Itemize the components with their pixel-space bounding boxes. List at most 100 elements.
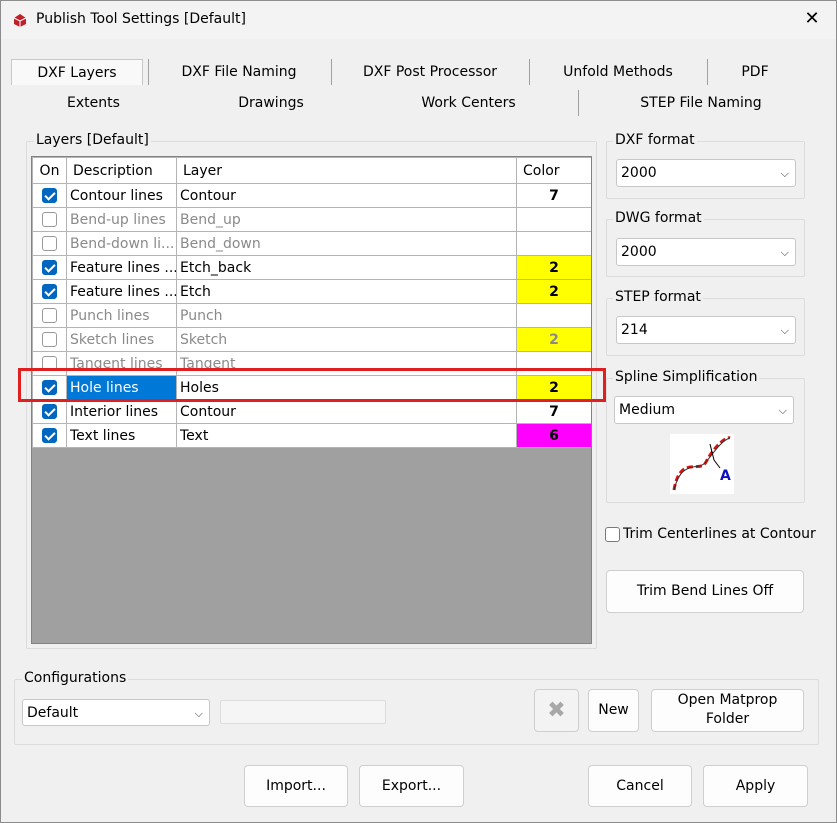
tab-separator bbox=[529, 59, 530, 85]
dwg-format-select[interactable]: 2000 ⌵ bbox=[616, 238, 796, 266]
column-header-description[interactable]: Description bbox=[66, 157, 177, 184]
layer-on-cell[interactable] bbox=[32, 423, 67, 448]
layer-name[interactable]: Text bbox=[176, 423, 517, 448]
trim-centerlines-box[interactable] bbox=[605, 526, 620, 542]
tab-dxf-layers[interactable]: DXF Layers bbox=[11, 59, 143, 85]
configuration-value: Default bbox=[27, 705, 79, 721]
import-button[interactable]: Import... bbox=[244, 765, 348, 807]
dwg-format-label: DWG format bbox=[613, 210, 704, 226]
table-row[interactable]: Contour lines Contour 7 bbox=[32, 183, 591, 208]
table-row[interactable]: Text lines Text 6 bbox=[32, 423, 591, 448]
layer-color[interactable]: 2 bbox=[516, 255, 591, 280]
chevron-down-icon: ⌵ bbox=[780, 167, 789, 180]
layer-color[interactable]: 2 bbox=[516, 279, 591, 304]
layer-checkbox[interactable] bbox=[42, 212, 57, 227]
table-row[interactable]: Interior lines Contour 7 bbox=[32, 399, 591, 424]
cancel-button[interactable]: Cancel bbox=[588, 765, 692, 807]
layer-color[interactable]: 7 bbox=[516, 183, 591, 208]
tab-dxf-file-naming[interactable]: DXF File Naming bbox=[151, 59, 327, 85]
spline-value: Medium bbox=[619, 402, 675, 418]
layer-checkbox[interactable] bbox=[42, 404, 57, 419]
trim-centerlines-checkbox[interactable]: Trim Centerlines at Contour bbox=[605, 526, 816, 542]
layer-color[interactable]: 2 bbox=[516, 327, 591, 352]
table-row[interactable]: Bend-up lines Bend_up bbox=[32, 207, 591, 232]
close-icon[interactable]: ✕ bbox=[802, 9, 822, 29]
layer-checkbox[interactable] bbox=[42, 188, 57, 203]
table-row[interactable]: Punch lines Punch bbox=[32, 303, 591, 328]
layer-color[interactable] bbox=[516, 207, 591, 232]
step-format-select[interactable]: 214 ⌵ bbox=[616, 316, 796, 344]
app-icon bbox=[12, 12, 28, 28]
layer-on-cell[interactable] bbox=[32, 231, 67, 256]
dxf-format-select[interactable]: 2000 ⌵ bbox=[616, 159, 796, 187]
layer-color[interactable]: 7 bbox=[516, 399, 591, 424]
layer-name[interactable]: Sketch bbox=[176, 327, 517, 352]
tab-dxf-post-processor[interactable]: DXF Post Processor bbox=[334, 59, 526, 85]
configuration-name-field bbox=[220, 700, 386, 724]
tab-step-file-naming[interactable]: STEP File Naming bbox=[601, 90, 801, 116]
layer-description[interactable]: Sketch lines bbox=[66, 327, 177, 352]
layer-on-cell[interactable] bbox=[32, 327, 67, 352]
tab-work-centers[interactable]: Work Centers bbox=[391, 90, 546, 116]
chevron-down-icon: ⌵ bbox=[780, 324, 789, 337]
layer-description[interactable]: Punch lines bbox=[66, 303, 177, 328]
spline-select[interactable]: Medium ⌵ bbox=[614, 396, 794, 424]
layer-on-cell[interactable] bbox=[32, 255, 67, 280]
layer-description[interactable]: Bend-up lines bbox=[66, 207, 177, 232]
layer-checkbox[interactable] bbox=[42, 332, 57, 347]
tab-extents[interactable]: Extents bbox=[21, 90, 166, 116]
trim-bend-lines-button[interactable]: Trim Bend Lines Off bbox=[606, 570, 804, 613]
open-matprop-folder-button[interactable]: Open Matprop Folder bbox=[651, 689, 804, 732]
column-header-layer[interactable]: Layer bbox=[176, 157, 517, 184]
tab-separator bbox=[707, 59, 708, 85]
layer-description[interactable]: Feature lines ... bbox=[66, 255, 177, 280]
layer-checkbox[interactable] bbox=[42, 284, 57, 299]
tab-pdf[interactable]: PDF bbox=[710, 59, 800, 85]
layers-table: On Description Layer Color Contour lines… bbox=[32, 157, 591, 448]
apply-button[interactable]: Apply bbox=[703, 765, 808, 807]
window-title: Publish Tool Settings [Default] bbox=[36, 11, 246, 27]
layer-color[interactable]: 6 bbox=[516, 423, 591, 448]
layer-on-cell[interactable] bbox=[32, 183, 67, 208]
layer-name[interactable]: Punch bbox=[176, 303, 517, 328]
configuration-select[interactable]: Default ⌵ bbox=[22, 699, 210, 726]
layer-description[interactable]: Feature lines ... bbox=[66, 279, 177, 304]
layer-on-cell[interactable] bbox=[32, 303, 67, 328]
tab-separator bbox=[148, 59, 149, 85]
column-header-on[interactable]: On bbox=[32, 157, 67, 184]
layer-checkbox[interactable] bbox=[42, 428, 57, 443]
layer-name[interactable]: Etch_back bbox=[176, 255, 517, 280]
highlight-box bbox=[18, 368, 606, 402]
export-button[interactable]: Export... bbox=[359, 765, 464, 807]
layer-name[interactable]: Etch bbox=[176, 279, 517, 304]
table-row[interactable]: Bend-down li... Bend_down bbox=[32, 231, 591, 256]
chevron-down-icon: ⌵ bbox=[778, 404, 787, 417]
layer-color[interactable] bbox=[516, 303, 591, 328]
table-row[interactable]: Feature lines ... Etch_back 2 bbox=[32, 255, 591, 280]
svg-text:A: A bbox=[720, 468, 731, 484]
tab-drawings[interactable]: Drawings bbox=[191, 90, 351, 116]
layer-checkbox[interactable] bbox=[42, 308, 57, 323]
layer-name[interactable]: Bend_down bbox=[176, 231, 517, 256]
layer-name[interactable]: Bend_up bbox=[176, 207, 517, 232]
layer-description[interactable]: Contour lines bbox=[66, 183, 177, 208]
layer-color[interactable] bbox=[516, 231, 591, 256]
configurations-label: Configurations bbox=[22, 670, 129, 686]
layer-on-cell[interactable] bbox=[32, 207, 67, 232]
layer-checkbox[interactable] bbox=[42, 260, 57, 275]
layer-description[interactable]: Bend-down li... bbox=[66, 231, 177, 256]
table-row[interactable]: Sketch lines Sketch 2 bbox=[32, 327, 591, 352]
tab-unfold-methods[interactable]: Unfold Methods bbox=[532, 59, 704, 85]
new-button[interactable]: New bbox=[588, 689, 639, 732]
layer-on-cell[interactable] bbox=[32, 279, 67, 304]
table-row[interactable]: Feature lines ... Etch 2 bbox=[32, 279, 591, 304]
delete-configuration-button[interactable]: ✖ bbox=[534, 689, 579, 732]
layer-description[interactable]: Interior lines bbox=[66, 399, 177, 424]
step-format-value: 214 bbox=[621, 322, 648, 338]
layer-name[interactable]: Contour bbox=[176, 399, 517, 424]
layer-description[interactable]: Text lines bbox=[66, 423, 177, 448]
layer-on-cell[interactable] bbox=[32, 399, 67, 424]
column-header-color[interactable]: Color bbox=[516, 157, 591, 184]
layer-name[interactable]: Contour bbox=[176, 183, 517, 208]
layer-checkbox[interactable] bbox=[42, 236, 57, 251]
